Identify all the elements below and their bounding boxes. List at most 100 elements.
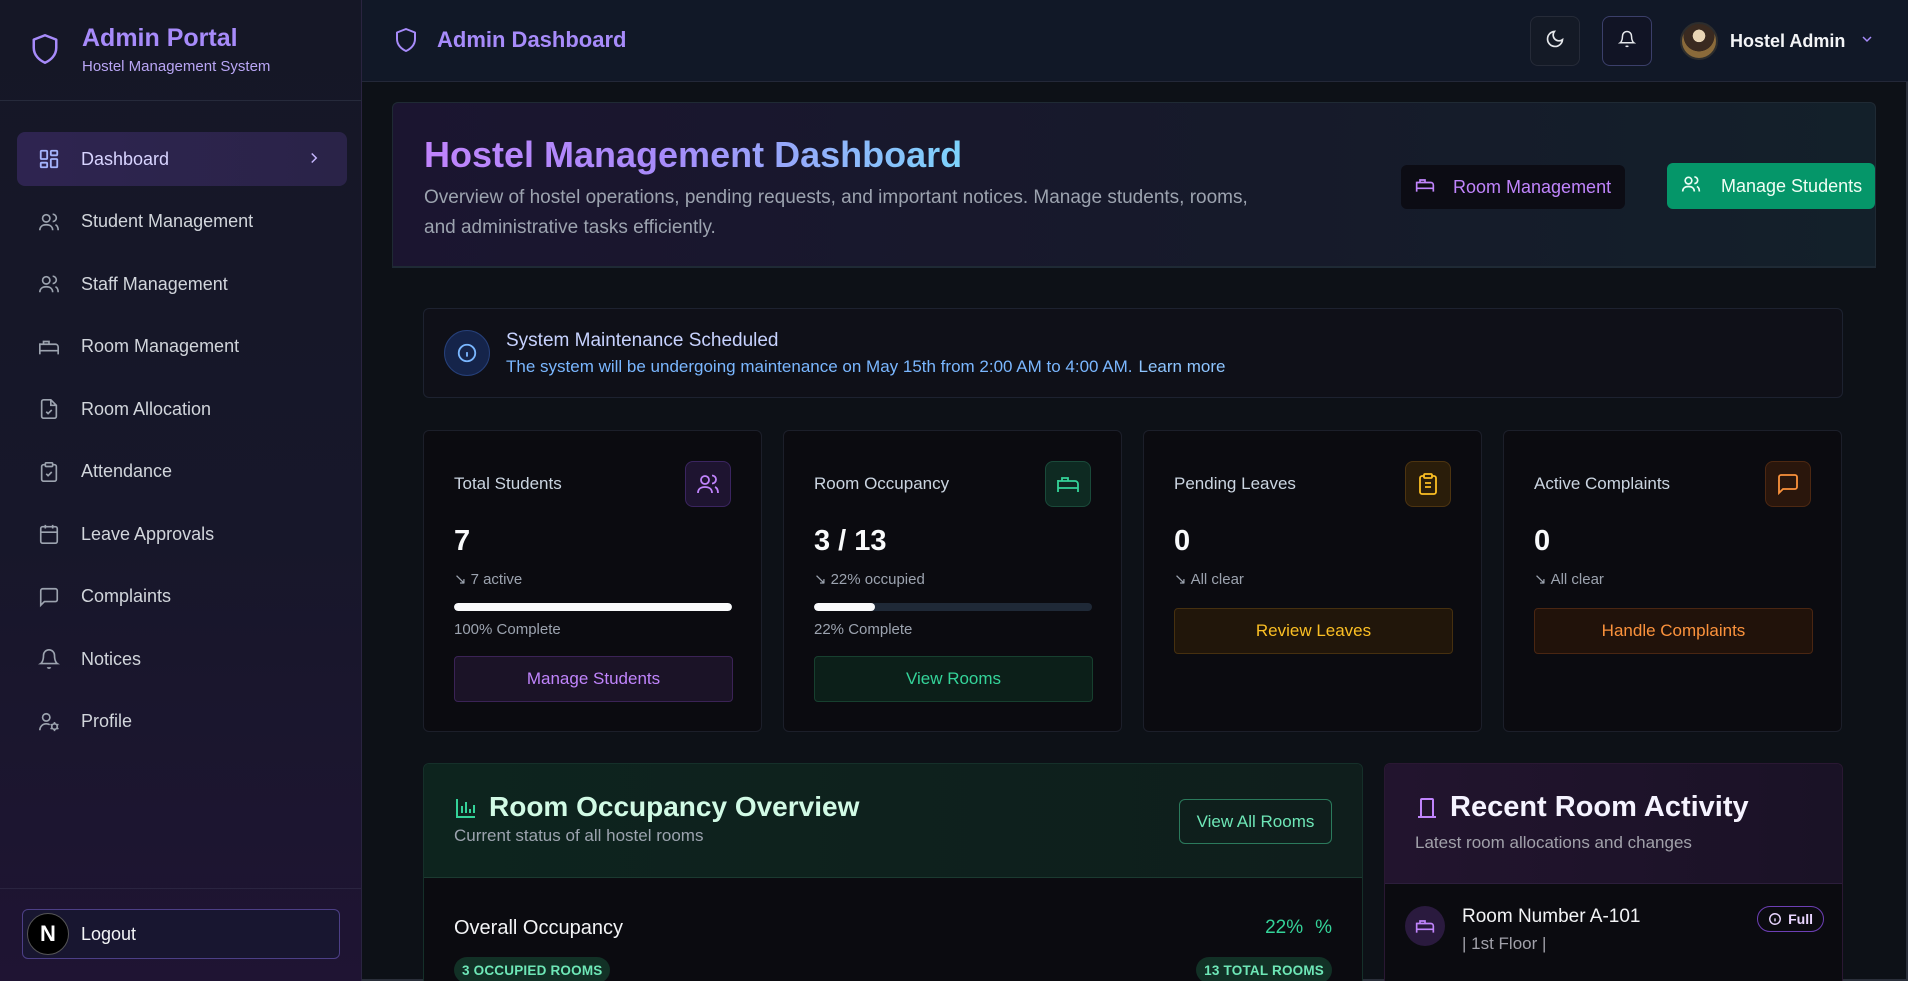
users-icon [37, 210, 61, 234]
sidebar: Admin Portal Hostel Management System Da… [0, 0, 362, 981]
occupied-rooms-badge: 3 OCCUPIED ROOMS [454, 957, 611, 981]
sidebar-item-label: Notices [81, 648, 142, 669]
progress-label: 22% Complete [814, 621, 913, 638]
dashboard-grid-icon [37, 147, 61, 171]
status-badge-label: Full [1788, 911, 1813, 927]
room-occupancy-overview: Room Occupancy Overview Current status o… [423, 763, 1363, 981]
clipboard-check-icon [37, 460, 61, 484]
room-floor: | 1st Floor | [1462, 934, 1547, 953]
sidebar-item-attendance[interactable]: Attendance [17, 445, 347, 499]
status-badge: Full [1757, 906, 1824, 932]
logout-label: Logout [81, 923, 137, 944]
percent-symbol: % [1315, 917, 1332, 938]
arrow-down-right-icon: ↘ [454, 571, 467, 588]
user-menu[interactable]: Hostel Admin [1680, 19, 1875, 63]
shield-icon [30, 32, 60, 71]
main-content: Hostel Management Dashboard Overview of … [362, 82, 1908, 981]
users-icon [685, 461, 731, 507]
shield-icon [394, 26, 418, 59]
sidebar-item-dashboard[interactable]: Dashboard [17, 132, 347, 186]
progress-fill [814, 603, 876, 611]
avatar [1680, 22, 1718, 60]
bar-chart-icon [454, 796, 478, 825]
review-leaves-button[interactable]: Review Leaves [1174, 608, 1453, 654]
divider [392, 267, 1876, 268]
overall-occupancy-label: Overall Occupancy [454, 917, 623, 939]
progress-bar [454, 603, 732, 611]
card-subtext-label: 22% occupied [830, 571, 925, 588]
overall-occupancy-value: 22%% [1265, 917, 1332, 939]
progress-label: 100% Complete [454, 621, 561, 638]
card-title: Room Occupancy [814, 474, 950, 493]
card-value: 7 [454, 525, 471, 557]
chevron-right-icon [305, 149, 323, 172]
manage-students-button[interactable]: Manage Students [1667, 163, 1875, 209]
progress-bar [814, 603, 1092, 611]
sidebar-item-room-allocation[interactable]: Room Allocation [17, 382, 347, 436]
alert-title: System Maintenance Scheduled [506, 330, 779, 351]
view-rooms-button[interactable]: View Rooms [814, 656, 1093, 702]
hero-description: Overview of hostel operations, pending r… [424, 187, 1248, 238]
user-name: Hostel Admin [1730, 30, 1846, 51]
brand-subtitle: Hostel Management System [82, 58, 271, 75]
card-subtext-label: All clear [1550, 571, 1604, 588]
clipboard-icon [1405, 461, 1451, 507]
card-subtext-label: All clear [1190, 571, 1244, 588]
sidebar-item-room-management[interactable]: Room Management [17, 320, 347, 374]
sidebar-item-label: Attendance [81, 461, 173, 481]
stat-card-room-occupancy: Room Occupancy 3 / 13 ↘ 22% occupied 22% … [783, 430, 1122, 732]
hero-panel: Hostel Management Dashboard Overview of … [392, 102, 1876, 267]
sidebar-item-label: Complaints [81, 586, 172, 606]
page-title: Admin Dashboard [437, 27, 627, 52]
card-subtext: ↘ 22% occupied [814, 570, 925, 588]
topbar: Admin Dashboard Hostel Admin [362, 0, 1908, 82]
room-number: Room Number A-101 [1462, 906, 1641, 927]
sidebar-item-profile[interactable]: Profile [17, 695, 347, 749]
moon-icon [1545, 29, 1565, 54]
manage-students-card-button[interactable]: Manage Students [454, 656, 733, 702]
alert-message: The system will be undergoing maintenanc… [506, 357, 1225, 377]
logout-button[interactable]: N Logout [22, 909, 340, 959]
logout-avatar: N [27, 913, 69, 955]
section-header: Room Occupancy Overview Current status o… [424, 764, 1362, 878]
bed-icon [1045, 461, 1091, 507]
sidebar-item-student-management[interactable]: Student Management [17, 195, 347, 249]
sidebar-item-label: Staff Management [81, 273, 228, 294]
card-title: Active Complaints [1534, 474, 1671, 493]
bell-icon [1617, 30, 1637, 53]
section-header: Recent Room Activity Latest room allocat… [1385, 764, 1842, 884]
card-subtext: ↘ 7 active [454, 570, 522, 588]
sidebar-item-leave-approvals[interactable]: Leave Approvals [17, 507, 347, 561]
notifications-button[interactable] [1602, 16, 1652, 66]
card-title: Pending Leaves [1174, 474, 1296, 493]
sidebar-item-label: Room Allocation [81, 398, 212, 419]
stat-card-total-students: Total Students 7 ↘ 7 active 100% Complete… [423, 430, 762, 732]
sidebar-item-staff-management[interactable]: Staff Management [17, 257, 347, 311]
room-management-button[interactable]: Room Management [1401, 165, 1625, 209]
sidebar-item-label: Dashboard [81, 148, 170, 169]
users-icon [37, 272, 61, 296]
theme-toggle-button[interactable] [1530, 16, 1580, 66]
view-all-rooms-button[interactable]: View All Rooms [1179, 799, 1332, 844]
alert-message-text: The system will be undergoing maintenanc… [506, 357, 1133, 376]
sidebar-item-complaints[interactable]: Complaints [17, 570, 347, 624]
arrow-down-right-icon: ↘ [1174, 571, 1187, 588]
stat-card-active-complaints: Active Complaints 0 ↘ All clear Handle Co… [1503, 430, 1842, 732]
message-square-icon [1765, 461, 1811, 507]
sidebar-item-label: Profile [81, 711, 133, 731]
sidebar-item-label: Room Management [81, 336, 240, 356]
arrow-down-right-icon: ↘ [1534, 571, 1547, 588]
card-title: Total Students [454, 474, 562, 493]
file-check-icon [37, 397, 61, 421]
chevron-down-icon [1859, 31, 1875, 52]
hero-title: Hostel Management Dashboard [424, 134, 963, 175]
brand-title: Admin Portal [82, 24, 238, 52]
learn-more-link[interactable]: Learn more [1139, 357, 1226, 376]
card-subtext: ↘ All clear [1174, 570, 1244, 588]
handle-complaints-button[interactable]: Handle Complaints [1534, 608, 1813, 654]
bed-icon [1415, 175, 1435, 200]
sidebar-item-notices[interactable]: Notices [17, 632, 347, 686]
sidebar-item-label: Leave Approvals [81, 523, 215, 544]
card-value: 3 / 13 [814, 525, 887, 557]
bed-icon [1405, 906, 1445, 946]
